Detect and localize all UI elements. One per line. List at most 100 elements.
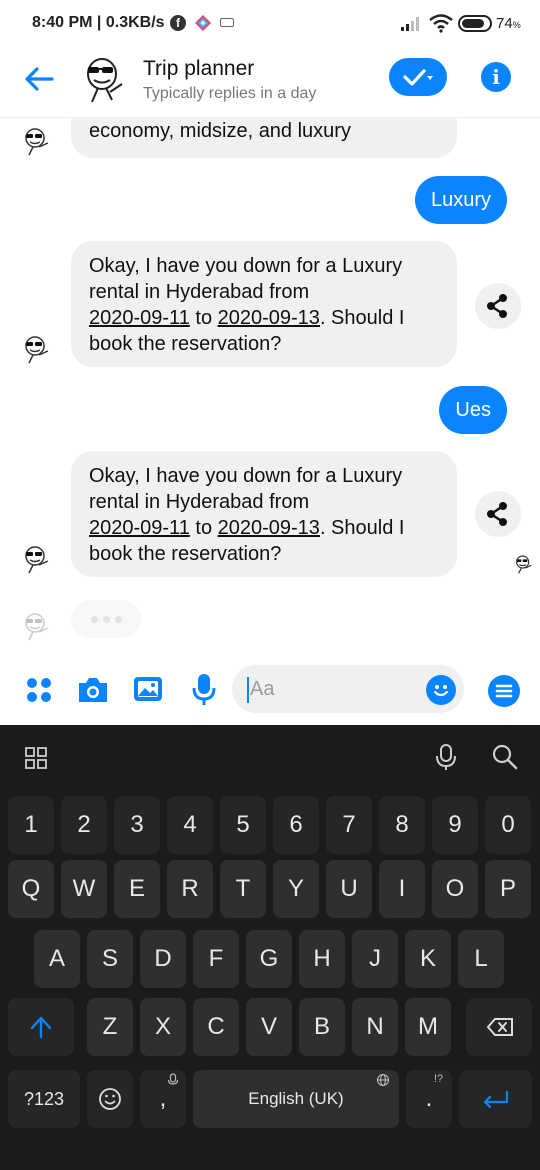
message-line: book the reservation? xyxy=(89,543,282,565)
key-l[interactable]: L xyxy=(458,930,504,988)
key-j[interactable]: J xyxy=(352,930,398,988)
date-link[interactable]: 2020-09-11 xyxy=(89,307,190,329)
emoji-button[interactable] xyxy=(426,675,456,705)
text-caret xyxy=(247,677,249,703)
keyboard: 1 2 3 4 5 6 7 8 9 0 Q W E R T Y U I O P … xyxy=(0,725,540,1170)
key-s[interactable]: S xyxy=(87,930,133,988)
key-x[interactable]: X xyxy=(140,998,186,1056)
share-button[interactable] xyxy=(475,491,521,537)
comma-label: , xyxy=(159,1085,167,1112)
message-line: 2020-09-11 to 2020-09-13. Should I xyxy=(89,305,439,331)
voice-input-icon[interactable] xyxy=(434,743,458,771)
key-t[interactable]: T xyxy=(220,860,266,918)
status-time: 8:40 PM xyxy=(32,14,93,31)
bot-message: Okay, I have you down for a Luxury renta… xyxy=(71,241,457,367)
shift-arrow-icon xyxy=(30,1016,52,1039)
key-z[interactable]: Z xyxy=(87,998,133,1056)
key-a[interactable]: A xyxy=(34,930,80,988)
key-3[interactable]: 3 xyxy=(114,796,160,854)
menu-lines-icon xyxy=(495,684,513,698)
key-9[interactable]: 9 xyxy=(432,796,478,854)
globe-hint-icon xyxy=(376,1073,390,1087)
key-f[interactable]: F xyxy=(193,930,239,988)
enter-key[interactable] xyxy=(459,1070,532,1128)
key-v[interactable]: V xyxy=(246,998,292,1056)
key-2[interactable]: 2 xyxy=(61,796,107,854)
key-q[interactable]: Q xyxy=(8,860,54,918)
mic-hint-icon xyxy=(167,1073,179,1085)
gallery-icon[interactable] xyxy=(132,674,164,704)
back-arrow-icon[interactable] xyxy=(22,62,56,96)
key-o[interactable]: O xyxy=(432,860,478,918)
status-time-speed: 8:40 PM | 0.3KB/s xyxy=(32,14,165,31)
date-link[interactable]: 2020-09-11 xyxy=(89,517,190,539)
key-0[interactable]: 0 xyxy=(485,796,531,854)
app-notification-icon xyxy=(195,15,211,31)
date-link[interactable]: 2020-09-13 xyxy=(218,307,320,329)
keyboard-menu-icon[interactable] xyxy=(24,746,48,770)
key-4[interactable]: 4 xyxy=(167,796,213,854)
messenger-screen: 8:40 PM | 0.3KB/s f 74% Trip planner Typ… xyxy=(0,0,540,1170)
date-link[interactable]: 2020-09-13 xyxy=(218,517,320,539)
key-b[interactable]: B xyxy=(299,998,345,1056)
microphone-icon[interactable] xyxy=(190,672,218,706)
share-icon xyxy=(487,294,507,318)
space-key[interactable]: English (UK) xyxy=(193,1070,399,1128)
message-line: economy, midsize, and luxury xyxy=(89,120,351,142)
bot-avatar-small xyxy=(25,546,49,574)
period-key[interactable]: . !? xyxy=(406,1070,452,1128)
checkmark-icon xyxy=(403,69,433,86)
bot-avatar-small xyxy=(25,336,49,364)
battery-unit: % xyxy=(512,20,521,30)
key-h[interactable]: H xyxy=(299,930,345,988)
comma-key[interactable]: , xyxy=(140,1070,186,1128)
space-label: English (UK) xyxy=(248,1089,344,1108)
key-k[interactable]: K xyxy=(405,930,451,988)
menu-button[interactable] xyxy=(488,675,520,707)
info-icon[interactable]: i xyxy=(481,62,511,92)
search-icon[interactable] xyxy=(491,743,519,771)
key-n[interactable]: N xyxy=(352,998,398,1056)
symbols-key[interactable]: ?123 xyxy=(8,1070,80,1128)
camera-icon[interactable] xyxy=(76,675,110,705)
key-1[interactable]: 1 xyxy=(8,796,54,854)
backspace-key[interactable] xyxy=(466,998,532,1056)
key-d[interactable]: D xyxy=(140,930,186,988)
emoji-key[interactable] xyxy=(87,1070,133,1128)
key-r[interactable]: R xyxy=(167,860,213,918)
message-line: Okay, I have you down for a Luxury xyxy=(89,465,403,487)
key-i[interactable]: I xyxy=(379,860,425,918)
key-g[interactable]: G xyxy=(246,930,292,988)
key-e[interactable]: E xyxy=(114,860,160,918)
key-u[interactable]: U xyxy=(326,860,372,918)
backspace-icon xyxy=(486,1018,513,1036)
key-y[interactable]: Y xyxy=(273,860,319,918)
key-c[interactable]: C xyxy=(193,998,239,1056)
bot-avatar[interactable] xyxy=(82,54,128,104)
key-w[interactable]: W xyxy=(61,860,107,918)
battery-value: 74 xyxy=(496,15,513,32)
key-6[interactable]: 6 xyxy=(273,796,319,854)
share-icon xyxy=(487,502,507,526)
key-5[interactable]: 5 xyxy=(220,796,266,854)
shift-key[interactable] xyxy=(8,998,74,1056)
share-button[interactable] xyxy=(475,283,521,329)
done-dropdown-button[interactable] xyxy=(389,58,447,96)
key-m[interactable]: M xyxy=(405,998,451,1056)
apps-icon[interactable] xyxy=(24,675,54,705)
message-text: to xyxy=(189,517,218,539)
key-8[interactable]: 8 xyxy=(379,796,425,854)
key-7[interactable]: 7 xyxy=(326,796,372,854)
battery-icon xyxy=(458,15,492,32)
chat-title: Trip planner xyxy=(143,57,255,80)
bot-message: economy, midsize, and luxury xyxy=(71,118,457,158)
message-text: . Should I xyxy=(319,307,405,329)
status-bar: 8:40 PM | 0.3KB/s f 74% xyxy=(0,0,540,48)
bot-avatar-small xyxy=(25,128,49,156)
read-receipt-avatar xyxy=(516,555,532,574)
smiley-icon xyxy=(433,685,449,697)
network-speed: 0.3KB/s xyxy=(105,14,165,31)
user-message: Luxury xyxy=(414,176,507,224)
key-p[interactable]: P xyxy=(485,860,531,918)
message-line: rental in Hyderabad from xyxy=(89,281,310,303)
